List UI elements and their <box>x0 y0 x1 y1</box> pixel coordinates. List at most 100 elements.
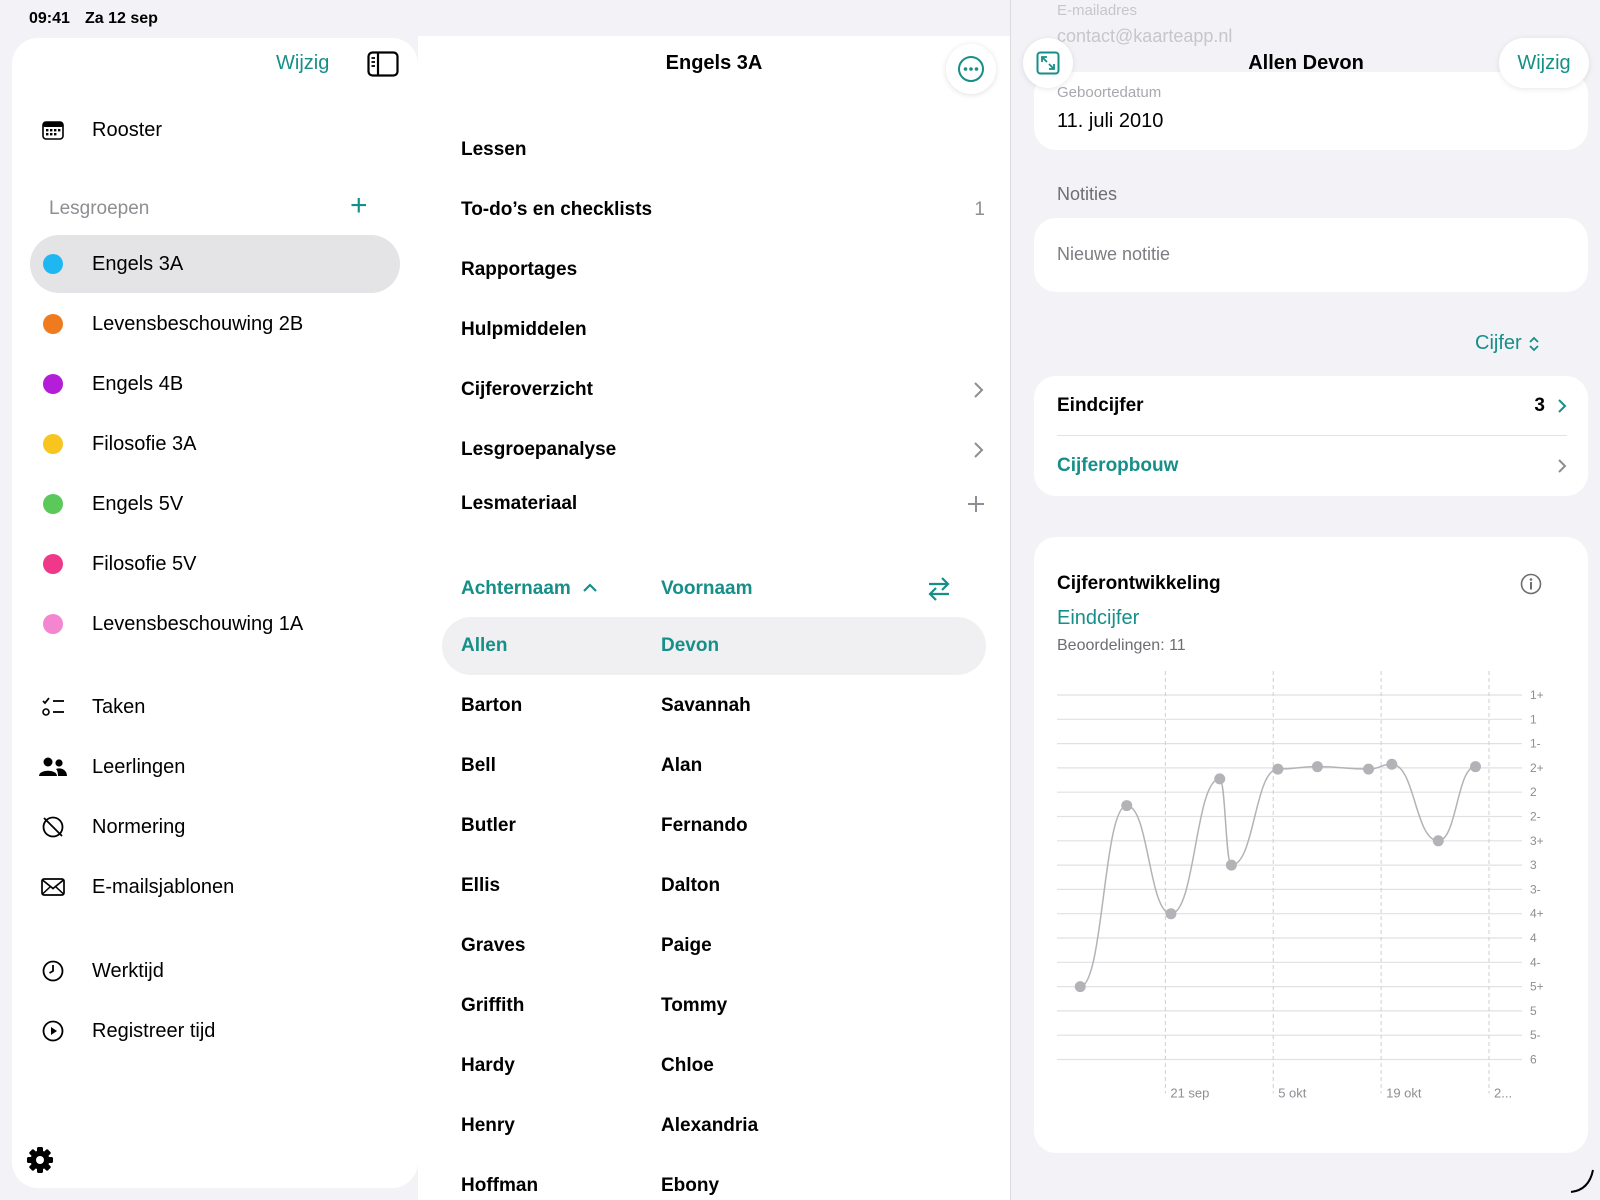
grade-breakdown-row[interactable]: Cijferopbouw <box>1057 436 1567 496</box>
clock-icon <box>30 959 76 983</box>
menu-item-cijferoverzicht[interactable]: Cijferoverzicht <box>461 370 985 410</box>
y-tick-label: 2+ <box>1530 761 1544 775</box>
detail-edit-button[interactable]: Wijzig <box>1499 38 1589 88</box>
data-point <box>1272 763 1284 775</box>
sidebar-item-label: Normering <box>92 815 186 838</box>
student-row[interactable]: Graves Paige <box>442 917 986 975</box>
sidebar-item-rooster[interactable]: Rooster <box>30 101 400 159</box>
student-row[interactable]: Bell Alan <box>442 737 986 795</box>
student-row[interactable]: Henry Alexandria <box>442 1097 986 1155</box>
gear-icon[interactable] <box>26 1146 54 1174</box>
sidebar-group-engels-5v[interactable]: Engels 5V <box>30 475 400 533</box>
sidebar-item-label: Registreer tijd <box>92 1019 216 1042</box>
sidebar-item-werktijd[interactable]: Werktijd <box>30 942 400 1000</box>
sort-by-last-name[interactable]: Achternaam <box>461 578 598 600</box>
info-icon[interactable] <box>1520 573 1542 595</box>
email-value-faded: contact@kaarteapp.nl <box>1057 26 1233 46</box>
student-row[interactable]: Hoffman Ebony <box>442 1157 986 1200</box>
sort-by-first-name[interactable]: Voornaam <box>661 578 753 600</box>
sidebar-group-engels-4b[interactable]: Engels 4B <box>30 355 400 413</box>
data-point <box>1074 981 1086 993</box>
sidebar-group-levensbeschouwing-2b[interactable]: Levensbeschouwing 2B <box>30 295 400 353</box>
y-tick-label: 4 <box>1530 931 1537 945</box>
student-first-name: Alan <box>661 755 703 776</box>
assessment-count: Beoordelingen: 11 <box>1057 637 1186 654</box>
grade-development-card: Cijferontwikkeling Eindcijfer Beoordelin… <box>1034 537 1588 1153</box>
ellipsis-circle-icon <box>958 56 984 82</box>
sidebar-item-taken[interactable]: Taken <box>30 678 400 736</box>
student-last-name: Barton <box>461 695 523 716</box>
y-tick-label: 3 <box>1530 858 1537 872</box>
sidebar-item-label: Filosofie 5V <box>92 552 197 575</box>
sidebar-item-label: Leerlingen <box>92 755 186 778</box>
sidebar-group-filosofie-5v[interactable]: Filosofie 5V <box>30 535 400 593</box>
sidebar-item-e-mailsjablonen[interactable]: E-mailsjablonen <box>30 858 400 916</box>
series-line <box>1079 763 1476 988</box>
resize-handle-icon[interactable] <box>1567 1166 1597 1196</box>
student-row[interactable]: Hardy Chloe <box>442 1037 986 1095</box>
menu-item-hulpmiddelen[interactable]: Hulpmiddelen <box>461 310 985 350</box>
menu-item-todos[interactable]: To-do’s en checklists 1 <box>461 190 985 230</box>
student-first-name: Alexandria <box>661 1115 759 1136</box>
new-note-field[interactable]: Nieuwe notitie <box>1057 244 1170 265</box>
expand-button[interactable] <box>1023 38 1073 88</box>
student-row[interactable]: Barton Savannah <box>442 677 986 735</box>
chevron-right-icon <box>974 442 984 458</box>
add-group-icon[interactable]: + <box>350 191 368 221</box>
menu-item-lessen[interactable]: Lessen <box>461 130 985 170</box>
y-tick-label: 5 <box>1530 1004 1537 1018</box>
data-point <box>1214 773 1226 785</box>
sidebar-toggle-icon[interactable] <box>367 51 399 77</box>
new-note-card[interactable]: Nieuwe notitie <box>1034 218 1588 292</box>
menu-item-lesgroepanalyse[interactable]: Lesgroepanalyse <box>461 430 985 470</box>
birthdate-value: 11. juli 2010 <box>1057 110 1164 132</box>
student-row[interactable]: Butler Fernando <box>442 797 986 855</box>
sidebar-item-normering[interactable]: Normering <box>30 798 400 856</box>
sidebar-item-label: Engels 5V <box>92 492 184 515</box>
student-row[interactable]: Allen Devon <box>442 617 986 675</box>
x-tick-label: 5 okt <box>1278 1086 1307 1101</box>
final-grade-row[interactable]: Eindcijfer 3 <box>1057 376 1567 436</box>
more-button[interactable] <box>946 44 996 94</box>
y-tick-label: 3- <box>1530 882 1541 896</box>
data-point <box>1363 763 1375 775</box>
chevron-right-icon <box>974 382 984 398</box>
grade-mode-selector[interactable]: Cijfer <box>1475 332 1540 355</box>
data-point <box>1165 908 1177 920</box>
status-time: 09:41 <box>29 10 70 27</box>
scale-off-icon <box>30 815 76 839</box>
y-tick-label: 1+ <box>1530 688 1544 702</box>
y-tick-label: 6 <box>1530 1053 1537 1067</box>
sidebar-edit-button[interactable]: Wijzig <box>276 52 329 75</box>
student-first-name: Devon <box>661 635 720 656</box>
menu-item-label: Hulpmiddelen <box>461 319 587 340</box>
group-detail-column: Engels 3A Lessen To-do’s en checklists 1… <box>418 36 1010 1200</box>
sidebar-item-label: Engels 4B <box>92 372 184 395</box>
menu-item-label: Cijferoverzicht <box>461 379 593 400</box>
plus-icon[interactable] <box>967 495 985 513</box>
chevron-up-down-icon <box>1529 336 1539 351</box>
student-last-name: Ellis <box>461 875 501 896</box>
sidebar-group-filosofie-3a[interactable]: Filosofie 3A <box>30 415 400 473</box>
menu-item-lesmateriaal[interactable]: Lesmateriaal <box>461 484 985 524</box>
play-circle-icon <box>30 1019 76 1043</box>
student-first-name: Tommy <box>661 995 728 1016</box>
student-last-name: Allen <box>461 635 508 656</box>
menu-item-rapportages[interactable]: Rapportages <box>461 250 985 290</box>
chart-title: Cijferontwikkeling <box>1057 573 1221 594</box>
group-color-dot <box>43 434 63 454</box>
swap-arrows-icon[interactable] <box>926 575 952 603</box>
sidebar-item-leerlingen[interactable]: Leerlingen <box>30 738 400 796</box>
student-row[interactable]: Griffith Tommy <box>442 977 986 1035</box>
data-point <box>1386 758 1398 770</box>
student-row[interactable]: Ellis Dalton <box>442 857 986 915</box>
sidebar-group-levensbeschouwing-1a[interactable]: Levensbeschouwing 1A <box>30 595 400 653</box>
people-icon <box>30 757 76 777</box>
data-point <box>1311 761 1323 773</box>
grade-card: Eindcijfer 3 Cijferopbouw <box>1034 376 1588 496</box>
sidebar-item-label: E-mailsjablonen <box>92 875 235 898</box>
sidebar-item-registreer-tijd[interactable]: Registreer tijd <box>30 1002 400 1060</box>
final-grade-value: 3 <box>1534 395 1545 416</box>
sidebar-group-engels-3a[interactable]: Engels 3A <box>30 235 400 293</box>
sidebar-item-label: Filosofie 3A <box>92 432 197 455</box>
